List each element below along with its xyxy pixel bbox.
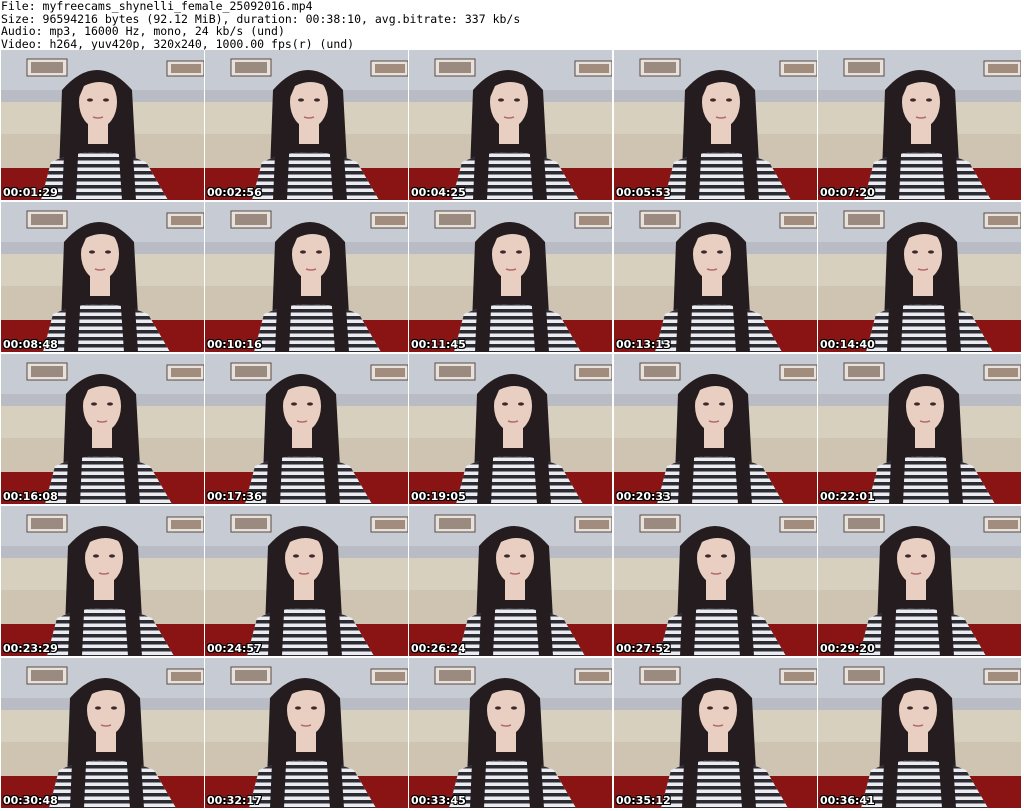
video-thumbnail: 00:27:52 [614,506,817,656]
video-thumbnail: 00:16:08 [1,354,204,504]
video-thumbnail: 00:19:05 [409,354,612,504]
video-thumbnail: 00:10:16 [205,202,408,352]
webcam-frame-image [409,658,612,808]
thumbnail-timestamp: 00:11:45 [411,338,466,351]
webcam-frame-image [1,354,204,504]
thumbnail-timestamp: 00:27:52 [616,642,671,655]
thumbnail-timestamp: 00:04:25 [411,186,466,199]
video-thumbnail: 00:30:48 [1,658,204,808]
video-thumbnail: 00:29:20 [818,506,1021,656]
thumbnail-timestamp: 00:35:12 [616,794,671,807]
webcam-frame-image [205,658,408,808]
webcam-frame-image [614,50,817,200]
thumbnail-timestamp: 00:29:20 [820,642,875,655]
video-thumbnail: 00:32:17 [205,658,408,808]
thumbnail-timestamp: 00:32:17 [207,794,262,807]
video-thumbnail: 00:14:40 [818,202,1021,352]
webcam-frame-image [409,506,612,656]
webcam-frame-image [614,202,817,352]
thumbnail-timestamp: 00:36:41 [820,794,875,807]
thumbnail-timestamp: 00:30:48 [3,794,58,807]
video-thumbnail: 00:35:12 [614,658,817,808]
webcam-frame-image [818,50,1021,200]
video-thumbnail: 00:07:20 [818,50,1021,200]
thumbnail-timestamp: 00:17:36 [207,490,262,503]
video-thumbnail: 00:11:45 [409,202,612,352]
audio-info-line: Audio: mp3, 16000 Hz, mono, 24 kb/s (und… [1,24,285,38]
video-thumbnail: 00:33:45 [409,658,612,808]
video-thumbnail: 00:02:56 [205,50,408,200]
webcam-frame-image [1,506,204,656]
thumbnail-timestamp: 00:08:48 [3,338,58,351]
thumbnail-timestamp: 00:33:45 [411,794,466,807]
thumbnail-timestamp: 00:20:33 [616,490,671,503]
video-thumbnail: 00:22:01 [818,354,1021,504]
webcam-frame-image [818,506,1021,656]
thumbnail-timestamp: 00:13:13 [616,338,671,351]
thumbnail-timestamp: 00:01:29 [3,186,58,199]
thumbnail-timestamp: 00:23:29 [3,642,58,655]
webcam-frame-image [1,658,204,808]
thumbnail-timestamp: 00:02:56 [207,186,262,199]
webcam-frame-image [818,354,1021,504]
video-thumbnail: 00:13:13 [614,202,817,352]
video-thumbnail: 00:08:48 [1,202,204,352]
thumbnail-timestamp: 00:07:20 [820,186,875,199]
thumbnail-grid: 00:01:29 00:02:56 00:04:25 00:05:53 00:0… [0,50,1024,811]
webcam-frame-image [205,202,408,352]
thumbnail-timestamp: 00:16:08 [3,490,58,503]
webcam-frame-image [1,50,204,200]
webcam-frame-image [205,506,408,656]
thumbnail-timestamp: 00:10:16 [207,338,262,351]
video-thumbnail: 00:01:29 [1,50,204,200]
webcam-frame-image [409,354,612,504]
webcam-frame-image [818,658,1021,808]
video-thumbnail: 00:17:36 [205,354,408,504]
video-thumbnail: 00:04:25 [409,50,612,200]
webcam-frame-image [614,354,817,504]
video-thumbnail: 00:23:29 [1,506,204,656]
video-thumbnail: 00:20:33 [614,354,817,504]
webcam-frame-image [205,354,408,504]
webcam-frame-image [614,506,817,656]
video-info-line: Video: h264, yuv420p, 320x240, 1000.00 f… [1,36,355,51]
webcam-frame-image [409,202,612,352]
video-thumbnail: 00:24:57 [205,506,408,656]
thumbnail-timestamp: 00:24:57 [207,642,262,655]
thumbnail-timestamp: 00:22:01 [820,490,875,503]
thumbnail-timestamp: 00:05:53 [616,186,671,199]
webcam-frame-image [409,50,612,200]
video-thumbnail: 00:36:41 [818,658,1021,808]
file-name-line: File: myfreecams_shynelli_female_2509201… [1,0,313,13]
webcam-frame-image [614,658,817,808]
video-thumbnail: 00:26:24 [409,506,612,656]
webcam-frame-image [205,50,408,200]
webcam-frame-image [1,202,204,352]
thumbnail-timestamp: 00:14:40 [820,338,875,351]
file-info-header: File: myfreecams_shynelli_female_2509201… [1,0,1021,50]
thumbnail-timestamp: 00:26:24 [411,642,466,655]
thumbnail-timestamp: 00:19:05 [411,490,466,503]
video-thumbnail: 00:05:53 [614,50,817,200]
webcam-frame-image [818,202,1021,352]
